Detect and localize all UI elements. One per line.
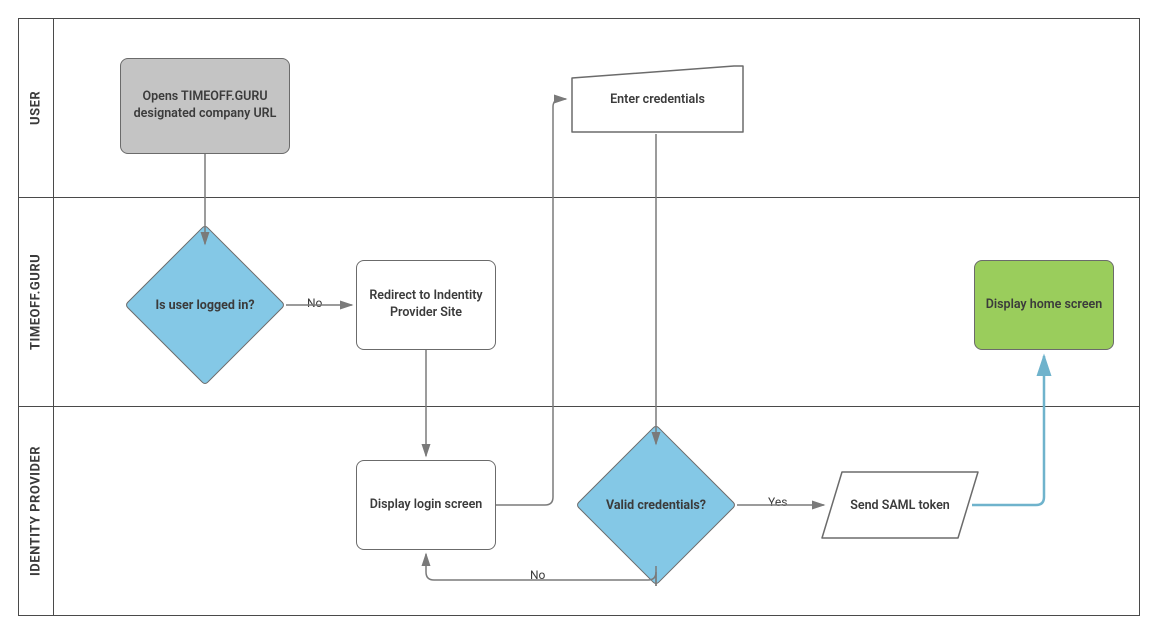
- node-logged-in: Is user logged in?: [148, 248, 262, 362]
- lane-label-idp: IDENTITY PROVIDER: [24, 406, 48, 616]
- swimlane-diagram: USER TIMEOFF.GURU IDENTITY PROVIDER Open…: [0, 0, 1158, 634]
- node-send-saml: Send SAML token: [820, 470, 980, 540]
- node-enter-credentials: Enter credentials: [570, 64, 745, 134]
- node-redirect: Redirect to Indentity Provider Site: [356, 260, 496, 350]
- lane-label-app: TIMEOFF.GURU: [24, 197, 48, 407]
- node-display-home: Display home screen: [974, 260, 1114, 350]
- edge-label-no-1: No: [307, 296, 322, 310]
- edge-label-no-2: No: [530, 568, 545, 582]
- node-display-login: Display login screen: [356, 460, 496, 550]
- edge-label-yes: Yes: [768, 495, 787, 509]
- lane-label-user: USER: [24, 18, 48, 198]
- node-valid-credentials: Valid credentials?: [599, 448, 713, 562]
- node-open-url: Opens TIMEOFF.GURU designated company UR…: [120, 58, 290, 154]
